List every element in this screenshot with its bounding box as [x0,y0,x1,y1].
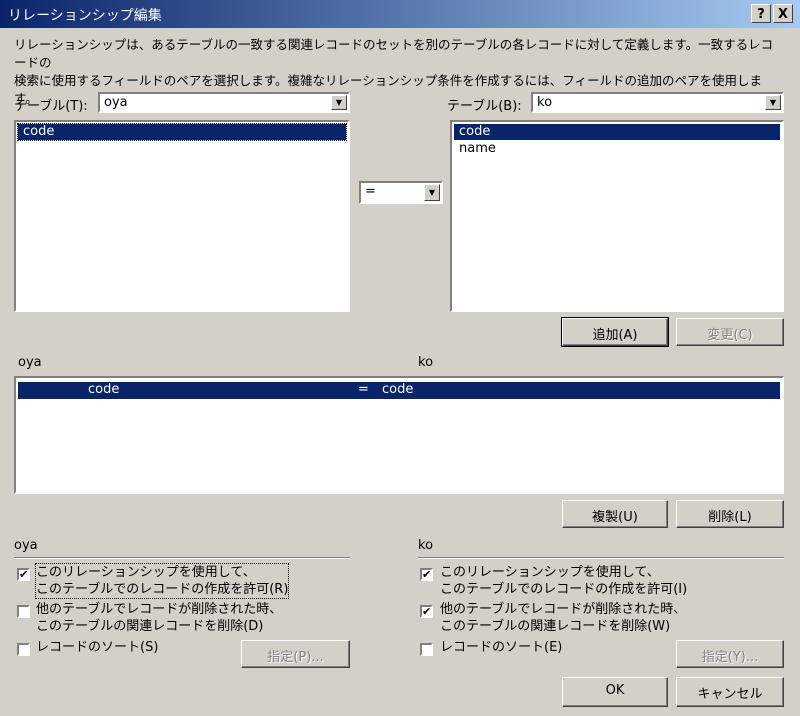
right-sort-checkbox[interactable] [420,643,433,656]
left-cascade-delete-label[interactable]: 他のテーブルでレコードが削除された時、 このテーブルの関連レコードを削除(D) [36,601,282,635]
check-icon: ✔ [422,605,432,618]
pair-left-field: code [88,382,120,397]
left-cascade-delete-checkbox[interactable] [17,605,30,618]
operator-dropdown[interactable]: = ▼ [359,181,443,204]
ok-button[interactable]: OK [562,677,668,707]
duplicate-button[interactable]: 複製(U) [562,500,668,528]
list-item[interactable]: name [454,141,780,157]
left-table-dropdown[interactable]: oya ▼ [98,92,350,113]
chevron-down-icon[interactable]: ▼ [331,95,347,110]
list-item[interactable]: code [17,123,347,141]
left-sort-label[interactable]: レコードのソート(S) [36,639,158,656]
left-options-divider [14,557,350,559]
description-line-1: リレーションシップは、あるテーブルの一致する関連レコードのセットを別のテーブルの… [14,37,774,70]
left-field-list[interactable]: code [14,120,350,312]
right-allow-create-checkbox[interactable]: ✔ [420,568,433,581]
right-field-list[interactable]: code name [450,120,784,312]
change-button[interactable]: 変更(C) [676,318,784,346]
relation-pair-list[interactable]: code = code [14,376,784,494]
left-allow-create-checkbox[interactable]: ✔ [17,568,30,581]
left-table-value: oya [104,95,128,110]
add-button[interactable]: 追加(A) [561,317,669,347]
cancel-button[interactable]: キャンセル [676,677,784,707]
chevron-down-icon[interactable]: ▼ [424,184,440,201]
left-sort-checkbox[interactable] [17,643,30,656]
operator-value: = [365,184,376,199]
close-button[interactable]: X [773,4,793,23]
left-specify-button[interactable]: 指定(P)... [241,640,350,668]
check-icon: ✔ [422,568,432,581]
pairs-left-header: oya [18,355,42,370]
right-table-label: テーブル(B): [447,99,522,114]
pairs-right-header: ko [418,355,434,370]
delete-button[interactable]: 削除(L) [676,500,784,528]
list-item[interactable]: code [454,124,780,140]
right-table-dropdown[interactable]: ko ▼ [531,92,784,113]
check-icon: ✔ [19,568,29,581]
right-cascade-delete-label[interactable]: 他のテーブルでレコードが削除された時、 このテーブルの関連レコードを削除(W) [440,601,686,635]
help-button[interactable]: ? [751,4,771,23]
right-options-header: ko [418,538,434,553]
left-allow-create-label[interactable]: このリレーションシップを使用して、 このテーブルでのレコードの作成を許可(R) [34,563,290,599]
pair-operator: = [358,382,369,397]
table-row[interactable]: code = code [18,382,780,399]
right-options-divider [418,557,784,559]
pair-right-field: code [382,382,414,397]
left-options-header: oya [14,538,38,553]
right-allow-create-label[interactable]: このリレーションシップを使用して、 このテーブルでのレコードの作成を許可(I) [440,564,687,598]
right-table-value: ko [537,95,553,110]
chevron-down-icon[interactable]: ▼ [765,95,781,110]
right-cascade-delete-checkbox[interactable]: ✔ [420,605,433,618]
right-specify-button[interactable]: 指定(Y)... [676,640,784,668]
left-table-label: テーブル(T): [14,99,88,114]
title-bar: リレーションシップ編集 ? X [0,0,800,28]
right-sort-label[interactable]: レコードのソート(E) [440,639,562,656]
window-title: リレーションシップ編集 [8,8,162,24]
